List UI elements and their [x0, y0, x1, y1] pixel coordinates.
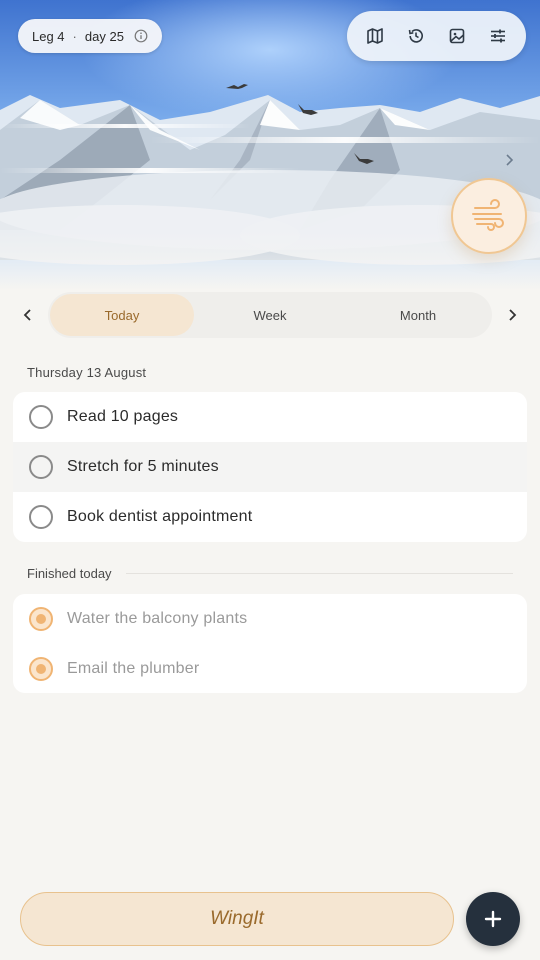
task-label: Book dentist appointment — [67, 508, 253, 525]
settings-button[interactable] — [482, 20, 514, 52]
task-label: Read 10 pages — [67, 408, 179, 425]
chevron-right-icon[interactable] — [500, 150, 518, 170]
divider — [125, 573, 513, 574]
finished-task-list: Water the balcony plants Email the plumb… — [13, 594, 527, 693]
completed-task-item[interactable]: Email the plumber — [13, 644, 527, 693]
task-label: Water the balcony plants — [67, 610, 248, 627]
image-icon — [449, 28, 465, 44]
plus-icon — [484, 910, 502, 928]
leg-label: Leg 4 — [32, 28, 65, 44]
task-checkbox[interactable] — [29, 455, 53, 479]
task-item[interactable]: Book dentist appointment — [13, 492, 527, 542]
task-item[interactable]: Stretch for 5 minutes — [13, 442, 527, 492]
task-list: Read 10 pages Stretch for 5 minutes Book… — [13, 392, 527, 542]
add-task-button[interactable] — [466, 892, 520, 946]
leg-day-badge[interactable]: Leg 4 · day 25 — [18, 19, 162, 53]
task-checkbox-checked[interactable] — [29, 657, 53, 681]
task-checkbox[interactable] — [29, 405, 53, 429]
tab-track: Today Week Month — [48, 292, 492, 338]
tab-week[interactable]: Week — [198, 294, 342, 336]
wind-icon — [472, 199, 504, 231]
task-item[interactable]: Read 10 pages — [13, 392, 527, 442]
separator-dot: · — [72, 28, 77, 44]
task-checkbox[interactable] — [29, 505, 53, 529]
tab-today[interactable]: Today — [50, 294, 194, 336]
sliders-icon — [490, 29, 505, 43]
task-label: Email the plumber — [67, 660, 200, 677]
wind-button[interactable] — [451, 178, 527, 254]
day-label: day 25 — [84, 28, 124, 44]
previous-period-button[interactable] — [16, 303, 40, 327]
top-toolbar — [347, 11, 526, 61]
hero-banner: Leg 4 · day 25 — [0, 0, 540, 290]
chevron-left-icon — [23, 309, 31, 321]
task-checkbox-checked[interactable] — [29, 607, 53, 631]
next-period-button[interactable] — [500, 303, 524, 327]
finished-heading-label: Finished today — [27, 566, 112, 581]
history-button[interactable] — [400, 20, 432, 52]
gallery-button[interactable] — [441, 20, 473, 52]
finished-heading: Finished today — [27, 566, 513, 581]
history-icon — [408, 29, 424, 43]
map-button[interactable] — [359, 20, 391, 52]
tab-month[interactable]: Month — [346, 294, 490, 336]
date-heading: Thursday 13 August — [27, 365, 147, 380]
period-tabs: Today Week Month — [0, 292, 540, 338]
wingit-button[interactable]: WingIt — [20, 892, 454, 946]
map-icon — [367, 28, 384, 44]
completed-task-item[interactable]: Water the balcony plants — [13, 594, 527, 644]
chevron-right-icon — [509, 309, 517, 321]
task-label: Stretch for 5 minutes — [67, 458, 219, 475]
info-icon[interactable] — [134, 29, 148, 43]
